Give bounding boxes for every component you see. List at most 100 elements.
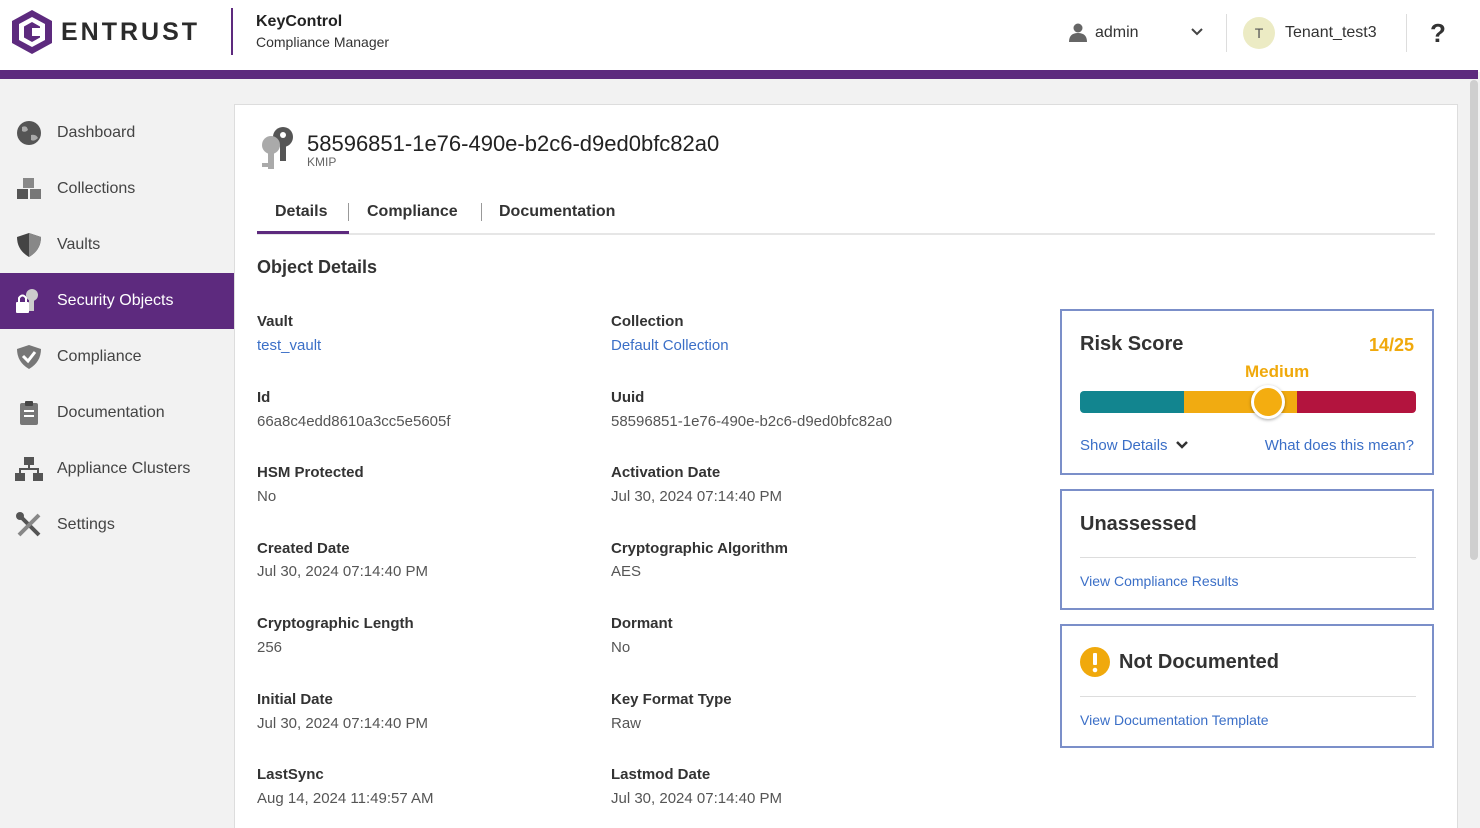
field-value: AES (611, 563, 642, 580)
tab-separator (348, 203, 349, 221)
shield-icon (17, 233, 41, 257)
field-value: Jul 30, 2024 07:14:40 PM (257, 563, 428, 580)
show-details-label: Show Details (1080, 437, 1168, 454)
sidebar-item-documentation[interactable]: Documentation (0, 385, 234, 441)
risk-segment-low (1080, 391, 1184, 413)
sidebar-item-settings[interactable]: Settings (0, 497, 234, 553)
check-shield-icon (17, 345, 41, 369)
object-title: 58596851-1e76-490e-b2c6-d9ed0bfc82a0 (307, 131, 720, 156)
field-label: Initial Date (257, 691, 333, 708)
show-details-link[interactable]: Show Details (1080, 437, 1189, 454)
field-value: 58596851-1e76-490e-b2c6-d9ed0bfc82a0 (611, 413, 893, 430)
card-divider (1080, 557, 1416, 558)
tab-separator (481, 203, 482, 221)
tenant-name[interactable]: Tenant_test3 (1285, 24, 1377, 42)
sidebar-item-label: Appliance Clusters (57, 460, 191, 477)
tab-active-indicator (257, 231, 349, 234)
risk-score-title: Risk Score (1080, 333, 1184, 355)
globe-icon (17, 121, 41, 145)
sidebar-item-label: Documentation (57, 404, 165, 421)
view-compliance-results-link[interactable]: View Compliance Results (1080, 573, 1238, 589)
field-value: Aug 14, 2024 11:49:57 AM (257, 790, 434, 807)
field-value: 256 (257, 639, 283, 656)
vault-link[interactable]: test_vault (257, 337, 321, 354)
sidebar-item-appliance-clusters[interactable]: Appliance Clusters (0, 441, 234, 497)
risk-indicator-knob (1251, 385, 1286, 419)
field-label: Cryptographic Algorithm (611, 540, 788, 557)
section-title: Object Details (257, 257, 378, 277)
sidebar-item-dashboard[interactable]: Dashboard (0, 105, 234, 161)
tools-icon (16, 512, 41, 537)
risk-score-value: 14/25 (1368, 335, 1414, 355)
sidebar-item-label: Settings (57, 516, 115, 533)
sidebar-item-label: Vaults (57, 236, 101, 253)
card-divider (1080, 696, 1416, 697)
risk-score-card: Risk Score 14/25 Medium Show Details Wha… (1060, 309, 1434, 475)
sidebar-item-label: Compliance (57, 348, 142, 365)
risk-level-label: Medium (1245, 362, 1310, 381)
product-name: KeyControl (256, 13, 343, 30)
clipboard-icon (20, 401, 38, 425)
header-divider (1406, 14, 1407, 52)
field-value: 66a8c4edd8610a3cc5e5605f (257, 413, 451, 430)
network-icon (15, 457, 43, 481)
field-label: Id (257, 389, 271, 406)
field-value: Jul 30, 2024 07:14:40 PM (611, 790, 782, 807)
tab-compliance[interactable]: Compliance (367, 203, 458, 221)
keys-lock-icon (16, 289, 38, 313)
documentation-status-card: Not Documented View Documentation Templa… (1060, 624, 1434, 748)
header-divider (1226, 14, 1227, 52)
field-value: No (611, 639, 631, 656)
tenant-avatar[interactable]: T (1243, 17, 1275, 49)
tab-details[interactable]: Details (275, 203, 327, 221)
risk-gauge-bar (1080, 391, 1416, 413)
keys-icon (262, 127, 293, 169)
brand-name: ENTRUST (61, 18, 201, 46)
tab-documentation[interactable]: Documentation (499, 203, 615, 221)
help-icon[interactable]: ? (1430, 18, 1446, 49)
field-label: Activation Date (611, 464, 721, 481)
field-label: Lastmod Date (611, 766, 711, 783)
object-details-panel: 58596851-1e76-490e-b2c6-d9ed0bfc82a0 KMI… (234, 104, 1458, 828)
sidebar-item-vaults[interactable]: Vaults (0, 217, 234, 273)
user-icon[interactable] (1068, 22, 1088, 42)
field-label: Collection (611, 313, 684, 330)
field-label: Vault (257, 313, 293, 330)
header-accent-bar (0, 70, 1478, 79)
field-label: LastSync (257, 766, 324, 783)
sidebar-item-collections[interactable]: Collections (0, 161, 234, 217)
user-menu[interactable]: admin (1095, 24, 1139, 42)
product-subtitle: Compliance Manager (256, 34, 390, 50)
field-label: Key Format Type (611, 691, 732, 708)
sidebar: Dashboard Collections Vaults Security Ob… (0, 79, 244, 828)
warning-icon (1080, 647, 1110, 677)
cubes-icon (17, 178, 41, 199)
field-label: HSM Protected (257, 464, 364, 481)
app-header: ENTRUST KeyControl Compliance Manager ad… (0, 0, 1480, 72)
tab-bar: Details Compliance Documentation (257, 199, 1435, 235)
sidebar-item-label: Collections (57, 180, 136, 197)
compliance-status: Unassessed (1080, 513, 1197, 535)
field-label: Uuid (611, 389, 645, 406)
page-scrollbar[interactable] (1470, 80, 1478, 560)
entrust-logo-icon[interactable] (10, 8, 54, 56)
sidebar-item-label: Dashboard (57, 124, 136, 141)
chevron-down-icon[interactable] (1190, 26, 1204, 38)
field-value: No (257, 488, 277, 505)
view-documentation-template-link[interactable]: View Documentation Template (1080, 712, 1269, 728)
sidebar-item-compliance[interactable]: Compliance (0, 329, 234, 385)
compliance-status-card: Unassessed View Compliance Results (1060, 489, 1434, 610)
documentation-status: Not Documented (1119, 651, 1279, 673)
field-label: Dormant (611, 615, 673, 632)
sidebar-item-security-objects[interactable]: Security Objects (0, 273, 244, 329)
field-label: Cryptographic Length (257, 615, 414, 632)
risk-segment-high (1297, 391, 1416, 413)
what-does-this-mean-link[interactable]: What does this mean? (1265, 437, 1414, 454)
chevron-down-icon (1175, 441, 1188, 449)
field-value: Jul 30, 2024 07:14:40 PM (257, 715, 428, 732)
field-value: Jul 30, 2024 07:14:40 PM (611, 488, 782, 505)
field-value: Raw (611, 715, 642, 732)
field-label: Created Date (257, 540, 350, 557)
collection-link[interactable]: Default Collection (611, 337, 729, 354)
object-type: KMIP (307, 155, 337, 169)
